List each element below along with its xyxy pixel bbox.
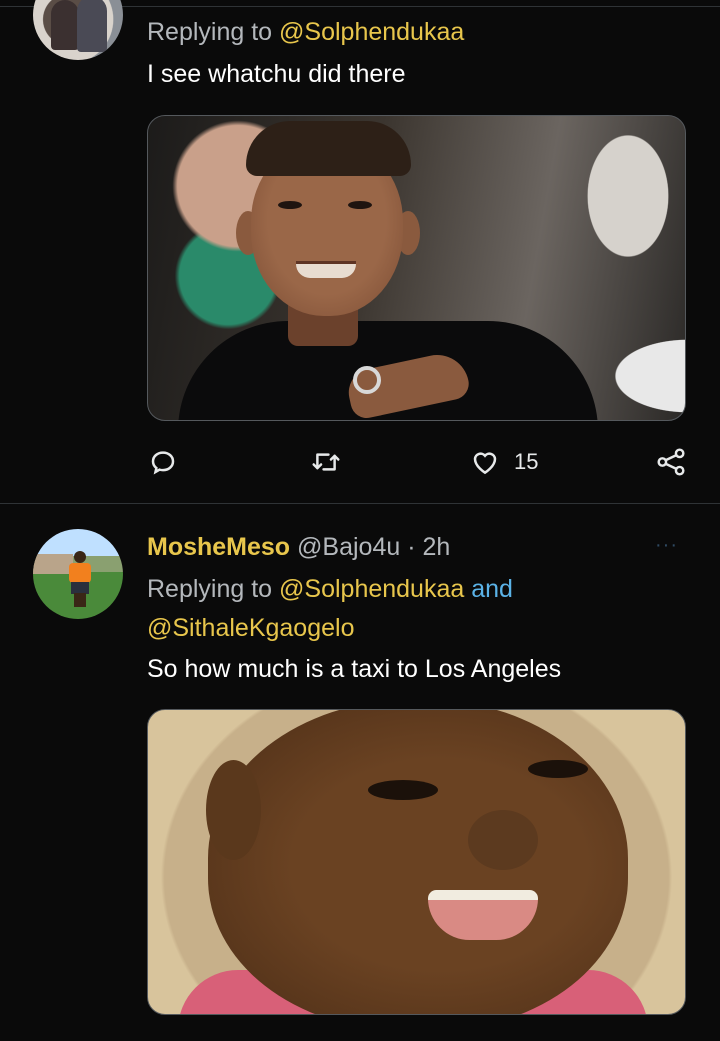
replying-to-line: Replying to @Solphendukaa and — [147, 574, 513, 604]
timestamp[interactable]: 2h — [423, 533, 451, 561]
share-button[interactable] — [655, 447, 687, 477]
tweet-image[interactable] — [147, 709, 686, 1015]
display-name[interactable]: MosheMeso — [147, 533, 290, 561]
tweet-header: MosheMeso @Bajo4u · 2h — [147, 532, 450, 562]
like-button[interactable]: 15 — [470, 447, 538, 477]
replying-to-label: Replying to — [147, 575, 273, 603]
avatar[interactable] — [33, 0, 123, 60]
retweet-button[interactable] — [310, 447, 342, 477]
user-handle[interactable]: @Bajo4u — [297, 533, 400, 561]
dot-separator: · — [407, 533, 416, 561]
like-icon — [473, 452, 497, 475]
tweet-text: I see whatchu did there — [147, 60, 406, 88]
mention-link[interactable]: @Solphendukaa — [279, 575, 464, 603]
replying-to-line: Replying to @Solphendukaa — [147, 17, 464, 47]
reply-button[interactable] — [148, 447, 178, 477]
share-icon — [657, 448, 685, 476]
avatar[interactable] — [33, 529, 123, 619]
tweet-text: So how much is a taxi to Los Angeles — [147, 655, 562, 683]
more-icon[interactable]: ··· — [655, 534, 678, 557]
like-count: 15 — [514, 449, 539, 474]
mention-link[interactable]: @Solphendukaa — [279, 18, 464, 46]
tweet-image[interactable] — [147, 115, 686, 421]
reply-icon — [151, 451, 175, 475]
retweet-icon — [312, 453, 340, 471]
tweet-divider — [0, 503, 720, 504]
replying-and-label[interactable]: and — [471, 575, 513, 603]
mention-link[interactable]: @SithaleKgaogelo — [147, 613, 354, 643]
replying-to-label: Replying to — [147, 18, 273, 46]
